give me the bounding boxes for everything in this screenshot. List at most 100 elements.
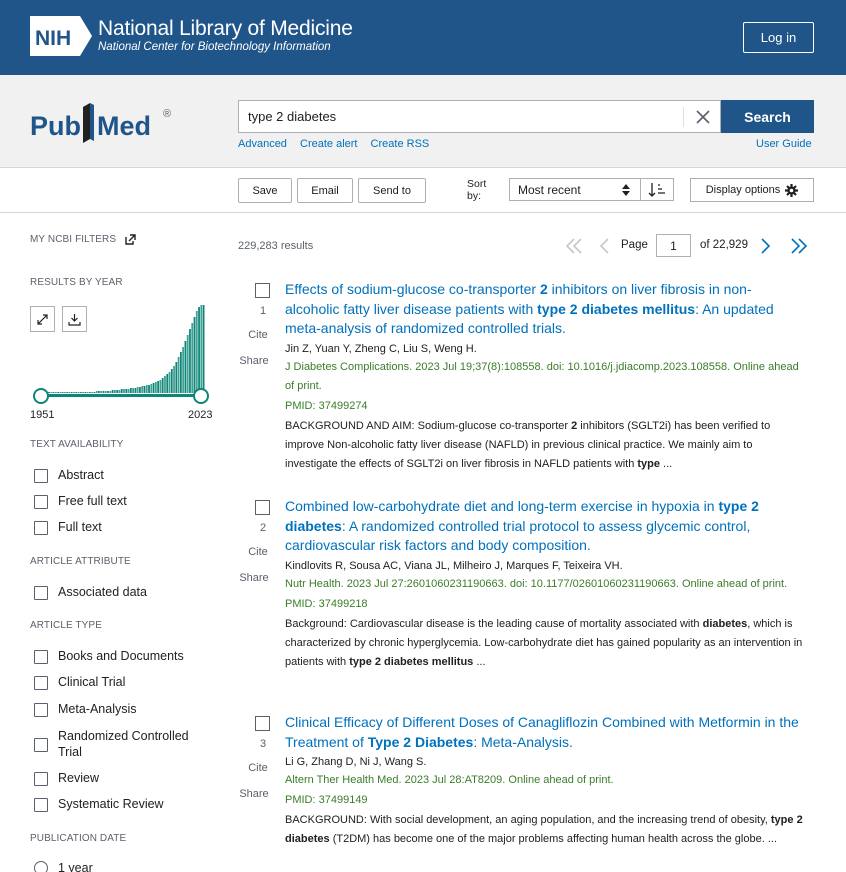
- year-bar[interactable]: [123, 389, 125, 393]
- year-bar[interactable]: [100, 391, 103, 393]
- first-page-icon[interactable]: [565, 238, 583, 254]
- cite-button[interactable]: Cite: [238, 329, 278, 341]
- year-bar[interactable]: [82, 392, 84, 393]
- year-bar[interactable]: [73, 392, 75, 393]
- checkbox[interactable]: [34, 676, 48, 690]
- year-bar[interactable]: [84, 392, 87, 393]
- year-bar[interactable]: [186, 335, 189, 393]
- year-bar[interactable]: [70, 392, 73, 393]
- search-query-field[interactable]: [248, 109, 668, 124]
- radio[interactable]: [34, 861, 48, 872]
- year-bar[interactable]: [61, 392, 64, 393]
- year-bar[interactable]: [109, 391, 112, 393]
- year-bar[interactable]: [89, 392, 91, 393]
- share-button[interactable]: Share: [238, 355, 270, 367]
- year-bar[interactable]: [104, 391, 107, 393]
- advanced-link[interactable]: Advanced: [238, 138, 287, 150]
- year-bar[interactable]: [139, 387, 141, 393]
- filter-clinical-trial[interactable]: Clinical Trial: [34, 675, 125, 690]
- previous-page-icon[interactable]: [598, 238, 610, 254]
- sort-select[interactable]: Most recent: [509, 178, 641, 201]
- nih-logo[interactable]: NIH: [30, 16, 92, 56]
- year-bar[interactable]: [86, 392, 89, 393]
- year-bar[interactable]: [57, 392, 59, 393]
- year-bar[interactable]: [129, 388, 132, 393]
- year-bar[interactable]: [79, 392, 82, 393]
- filter-free-full-text[interactable]: Free full text: [34, 494, 127, 509]
- year-bar[interactable]: [182, 347, 185, 393]
- article-checkbox[interactable]: [255, 500, 270, 515]
- next-page-icon[interactable]: [760, 238, 772, 254]
- year-bar[interactable]: [143, 386, 146, 393]
- year-bar[interactable]: [177, 357, 180, 393]
- year-bar[interactable]: [141, 386, 144, 393]
- checkbox[interactable]: [34, 521, 48, 535]
- year-bar[interactable]: [120, 389, 123, 393]
- year-bar[interactable]: [118, 390, 121, 393]
- year-bar[interactable]: [161, 378, 164, 393]
- sort-direction-button[interactable]: [641, 178, 674, 201]
- create-alert-link[interactable]: Create alert: [300, 138, 357, 150]
- cite-button[interactable]: Cite: [238, 762, 278, 774]
- year-bar[interactable]: [132, 388, 134, 393]
- filter-full-text[interactable]: Full text: [34, 520, 102, 535]
- search-button[interactable]: Search: [721, 100, 814, 133]
- year-bar[interactable]: [75, 392, 78, 393]
- year-bar[interactable]: [134, 388, 137, 393]
- year-bar[interactable]: [50, 392, 53, 393]
- year-bar[interactable]: [59, 392, 62, 393]
- login-button[interactable]: Log in: [743, 22, 814, 53]
- year-end-handle[interactable]: [193, 388, 209, 404]
- year-bar[interactable]: [114, 390, 116, 393]
- year-bar[interactable]: [193, 317, 196, 393]
- year-bar[interactable]: [77, 392, 80, 393]
- year-bar[interactable]: [164, 376, 166, 393]
- search-input[interactable]: [238, 100, 721, 133]
- create-rss-link[interactable]: Create RSS: [371, 138, 430, 150]
- my-ncbi-filters-heading[interactable]: MY NCBI FILTERS: [30, 234, 136, 245]
- filter-associated-data[interactable]: Associated data: [34, 585, 147, 600]
- year-bar[interactable]: [127, 389, 130, 393]
- year-bar[interactable]: [125, 389, 128, 393]
- checkbox[interactable]: [34, 737, 48, 752]
- checkbox[interactable]: [34, 703, 48, 717]
- share-button[interactable]: Share: [238, 788, 270, 800]
- year-bar[interactable]: [184, 341, 187, 393]
- checkbox[interactable]: [34, 772, 48, 786]
- year-bar[interactable]: [152, 383, 155, 393]
- filter-systematic-review[interactable]: Systematic Review: [34, 797, 164, 812]
- year-bar[interactable]: [195, 311, 198, 393]
- year-bar[interactable]: [173, 366, 175, 393]
- filter-review[interactable]: Review: [34, 771, 99, 786]
- filter-books-and-documents[interactable]: Books and Documents: [34, 649, 184, 664]
- year-bar[interactable]: [68, 392, 71, 393]
- year-bar[interactable]: [107, 391, 109, 393]
- year-bar[interactable]: [52, 392, 55, 393]
- year-bar[interactable]: [159, 380, 162, 393]
- year-bar[interactable]: [111, 390, 114, 393]
- close-icon[interactable]: [694, 108, 712, 126]
- year-bar[interactable]: [170, 369, 173, 393]
- filter-randomized-controlled-trial[interactable]: Randomized Controlled Trial: [34, 728, 204, 760]
- year-bar[interactable]: [166, 374, 169, 393]
- filter-date-1-year[interactable]: 1 year: [34, 861, 93, 872]
- year-bar[interactable]: [198, 307, 200, 393]
- nlm-title[interactable]: National Library of Medicine: [98, 17, 353, 41]
- checkbox[interactable]: [34, 495, 48, 509]
- article-checkbox[interactable]: [255, 716, 270, 731]
- year-bar[interactable]: [154, 382, 157, 393]
- article-title[interactable]: Combined low-carbohydrate diet and long-…: [285, 497, 805, 556]
- year-bar[interactable]: [150, 384, 153, 393]
- save-button[interactable]: Save: [238, 178, 292, 203]
- year-bar[interactable]: [136, 387, 139, 393]
- year-bar[interactable]: [91, 392, 94, 393]
- send-to-button[interactable]: Send to: [358, 178, 426, 203]
- year-bar[interactable]: [148, 385, 150, 393]
- checkbox[interactable]: [34, 650, 48, 664]
- email-button[interactable]: Email: [297, 178, 353, 203]
- filter-abstract[interactable]: Abstract: [34, 468, 104, 483]
- article-checkbox[interactable]: [255, 283, 270, 298]
- year-bar[interactable]: [98, 391, 100, 393]
- user-guide-link[interactable]: User Guide: [756, 138, 812, 150]
- display-options-button[interactable]: Display options: [690, 178, 814, 202]
